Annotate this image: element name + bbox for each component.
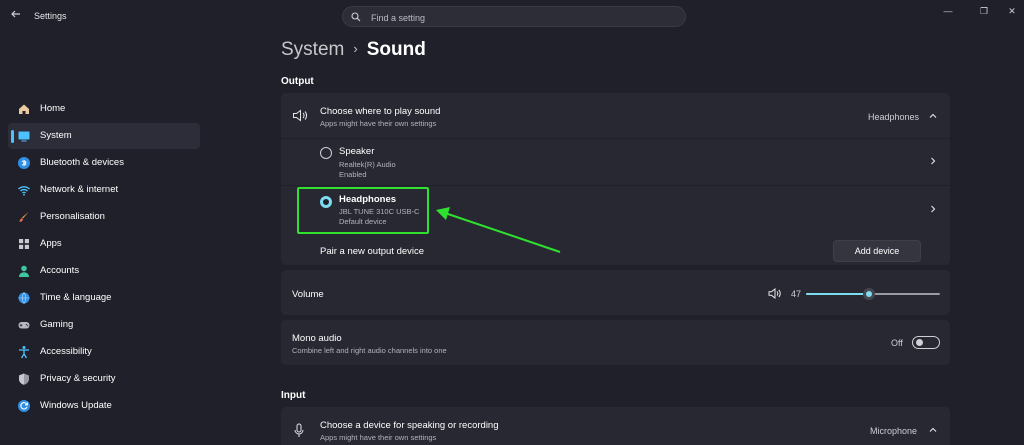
- pair-device-label: Pair a new output device: [320, 246, 425, 257]
- breadcrumb: System › Sound: [281, 39, 426, 61]
- mono-audio-title: Mono audio: [292, 333, 342, 344]
- device-status: Default device: [339, 217, 387, 226]
- chevron-right-icon: [931, 205, 936, 213]
- sidebar-item-label: Home: [40, 103, 66, 114]
- breadcrumb-separator: ›: [353, 41, 358, 56]
- accessibility-icon: [19, 346, 29, 359]
- slider-fill: [806, 293, 869, 295]
- choose-input-header[interactable]: Choose a device for speaking or recordin…: [281, 407, 950, 445]
- mono-audio-subtitle: Combine left and right audio channels in…: [292, 346, 447, 355]
- mono-audio-state: Off: [891, 338, 903, 348]
- sidebar-item-network[interactable]: Network & internet: [8, 177, 200, 203]
- bluetooth-icon: [18, 157, 30, 169]
- device-status: Enabled: [339, 170, 367, 179]
- sidebar-nav: Home System Bluetooth & devices Network …: [8, 96, 200, 420]
- chevron-up-icon: [929, 113, 937, 118]
- sidebar-item-label: Bluetooth & devices: [40, 157, 124, 168]
- page-title: Sound: [366, 39, 426, 60]
- shield-icon: [19, 373, 29, 385]
- choose-output-title: Choose where to play sound: [320, 106, 441, 117]
- sidebar-item-label: System: [40, 130, 72, 141]
- add-device-button[interactable]: Add device: [833, 240, 921, 262]
- gamepad-icon: [18, 322, 30, 329]
- app-title: Settings: [34, 11, 67, 21]
- choose-input-title: Choose a device for speaking or recordin…: [320, 420, 499, 431]
- search-input[interactable]: [369, 9, 673, 26]
- sidebar-item-label: Privacy & security: [40, 373, 116, 384]
- choose-output-subtitle: Apps might have their own settings: [320, 119, 437, 128]
- sidebar-item-label: Apps: [40, 238, 62, 249]
- sidebar-item-home[interactable]: Home: [8, 96, 200, 122]
- sidebar-item-label: Accounts: [40, 265, 80, 276]
- close-button[interactable]: ✕: [1000, 4, 1024, 18]
- mono-audio-card: Mono audio Combine left and right audio …: [281, 320, 950, 365]
- globe-clock-icon: [18, 292, 30, 304]
- output-heading: Output: [281, 76, 314, 87]
- apps-icon: [19, 239, 29, 249]
- sidebar-item-label: Time & language: [40, 292, 112, 303]
- volume-label: Volume: [292, 289, 324, 300]
- speaker-radio[interactable]: [320, 147, 332, 159]
- device-detail: Realtek(R) Audio: [339, 160, 396, 169]
- sidebar-item-windows-update[interactable]: Windows Update: [8, 393, 200, 419]
- input-heading: Input: [281, 390, 306, 401]
- back-arrow-icon[interactable]: [8, 8, 24, 24]
- sidebar-item-label: Accessibility: [40, 346, 92, 357]
- sidebar-item-time-language[interactable]: Time & language: [8, 285, 200, 311]
- volume-speaker-icon[interactable]: [768, 288, 781, 299]
- chevron-right-icon: [931, 157, 936, 165]
- volume-value: 47: [791, 289, 802, 299]
- sidebar-item-gaming[interactable]: Gaming: [8, 312, 200, 338]
- speaker-icon: [293, 109, 307, 122]
- sidebar-item-privacy[interactable]: Privacy & security: [8, 366, 200, 392]
- maximize-button[interactable]: ❐: [972, 4, 996, 18]
- sidebar-item-apps[interactable]: Apps: [8, 231, 200, 257]
- sidebar-item-label: Gaming: [40, 319, 74, 330]
- chevron-up-icon: [929, 427, 937, 432]
- sidebar-item-system[interactable]: System: [8, 123, 200, 149]
- device-row-speaker[interactable]: Speaker Realtek(R) Audio Enabled: [281, 139, 950, 185]
- sidebar-item-personalisation[interactable]: Personalisation: [8, 204, 200, 230]
- sidebar-item-label: Personalisation: [40, 211, 105, 222]
- sidebar-item-accessibility[interactable]: Accessibility: [8, 339, 200, 365]
- minimize-button[interactable]: —: [936, 4, 960, 18]
- choose-input-subtitle: Apps might have their own settings: [320, 433, 437, 442]
- selected-output-value: Headphones: [868, 112, 920, 122]
- search-box[interactable]: [342, 6, 686, 27]
- system-icon: [18, 131, 30, 142]
- volume-slider[interactable]: [806, 287, 940, 301]
- sidebar-item-accounts[interactable]: Accounts: [8, 258, 200, 284]
- input-device-card: Choose a device for speaking or recordin…: [281, 407, 950, 445]
- headphones-radio[interactable]: [320, 196, 332, 208]
- device-row-headphones[interactable]: Headphones JBL TUNE 310C USB-C Default d…: [281, 186, 950, 233]
- selected-input-value: Microphone: [870, 426, 918, 436]
- device-name: Headphones: [339, 194, 397, 205]
- slider-thumb[interactable]: [863, 288, 875, 300]
- sidebar-item-label: Network & internet: [40, 184, 119, 195]
- breadcrumb-parent[interactable]: System: [281, 39, 344, 60]
- search-icon: [351, 12, 361, 22]
- home-icon: [19, 104, 29, 114]
- brush-icon: [19, 212, 29, 222]
- selection-indicator: [11, 130, 14, 143]
- wifi-icon: [18, 186, 30, 196]
- output-device-card: Choose where to play sound Apps might ha…: [281, 93, 950, 265]
- sidebar-item-bluetooth[interactable]: Bluetooth & devices: [8, 150, 200, 176]
- update-icon: [18, 400, 30, 412]
- choose-output-header[interactable]: Choose where to play sound Apps might ha…: [281, 93, 950, 138]
- mono-audio-toggle[interactable]: [912, 336, 940, 349]
- device-name: Speaker: [339, 146, 375, 157]
- device-detail: JBL TUNE 310C USB-C: [339, 207, 420, 216]
- person-icon: [19, 265, 29, 277]
- sidebar-item-label: Windows Update: [40, 400, 112, 411]
- microphone-icon: [294, 423, 304, 437]
